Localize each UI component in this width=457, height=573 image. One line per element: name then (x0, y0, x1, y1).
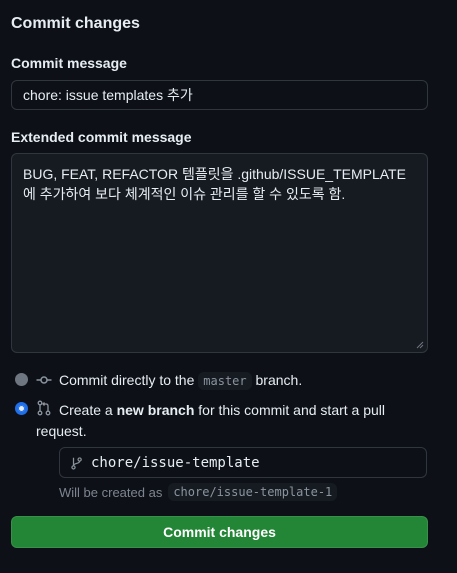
git-pull-request-icon (37, 400, 51, 416)
extended-message-label: Extended commit message (11, 129, 192, 145)
commit-message-label: Commit message (11, 55, 127, 71)
dialog-title: Commit changes (11, 15, 140, 32)
commit-message-value: chore: issue templates 추가 (23, 87, 193, 103)
radio-commit-direct[interactable] (15, 373, 28, 386)
option-new-branch-text-line2: request. (36, 423, 87, 439)
master-branch-code: master (198, 372, 252, 390)
commit-message-input[interactable]: chore: issue templates 추가 (11, 80, 428, 110)
option-commit-direct[interactable]: Commit directly to the master branch. (15, 372, 303, 390)
branch-hint: Will be created as chore/issue-template-… (59, 483, 338, 501)
git-commit-icon (36, 376, 52, 384)
commit-changes-button[interactable]: Commit changes (11, 516, 428, 548)
branch-name-input[interactable]: chore/issue-template (59, 447, 427, 478)
option-new-branch[interactable]: Create a new branch for this commit and … (15, 400, 415, 421)
radio-new-branch[interactable] (15, 402, 28, 415)
extended-message-textarea[interactable]: BUG, FEAT, REFACTOR 템플릿을 .github/ISSUE_T… (11, 153, 428, 353)
option-new-branch-text: Create a new branch for this commit and … (59, 402, 386, 418)
option-direct-text: Commit directly to the master branch. (59, 372, 303, 390)
resize-handle-icon[interactable] (416, 341, 424, 349)
created-branch-code: chore/issue-template-1 (168, 483, 338, 501)
extended-message-value: BUG, FEAT, REFACTOR 템플릿을 .github/ISSUE_T… (23, 166, 406, 202)
git-branch-icon (71, 456, 82, 470)
branch-name-value: chore/issue-template (91, 454, 260, 471)
